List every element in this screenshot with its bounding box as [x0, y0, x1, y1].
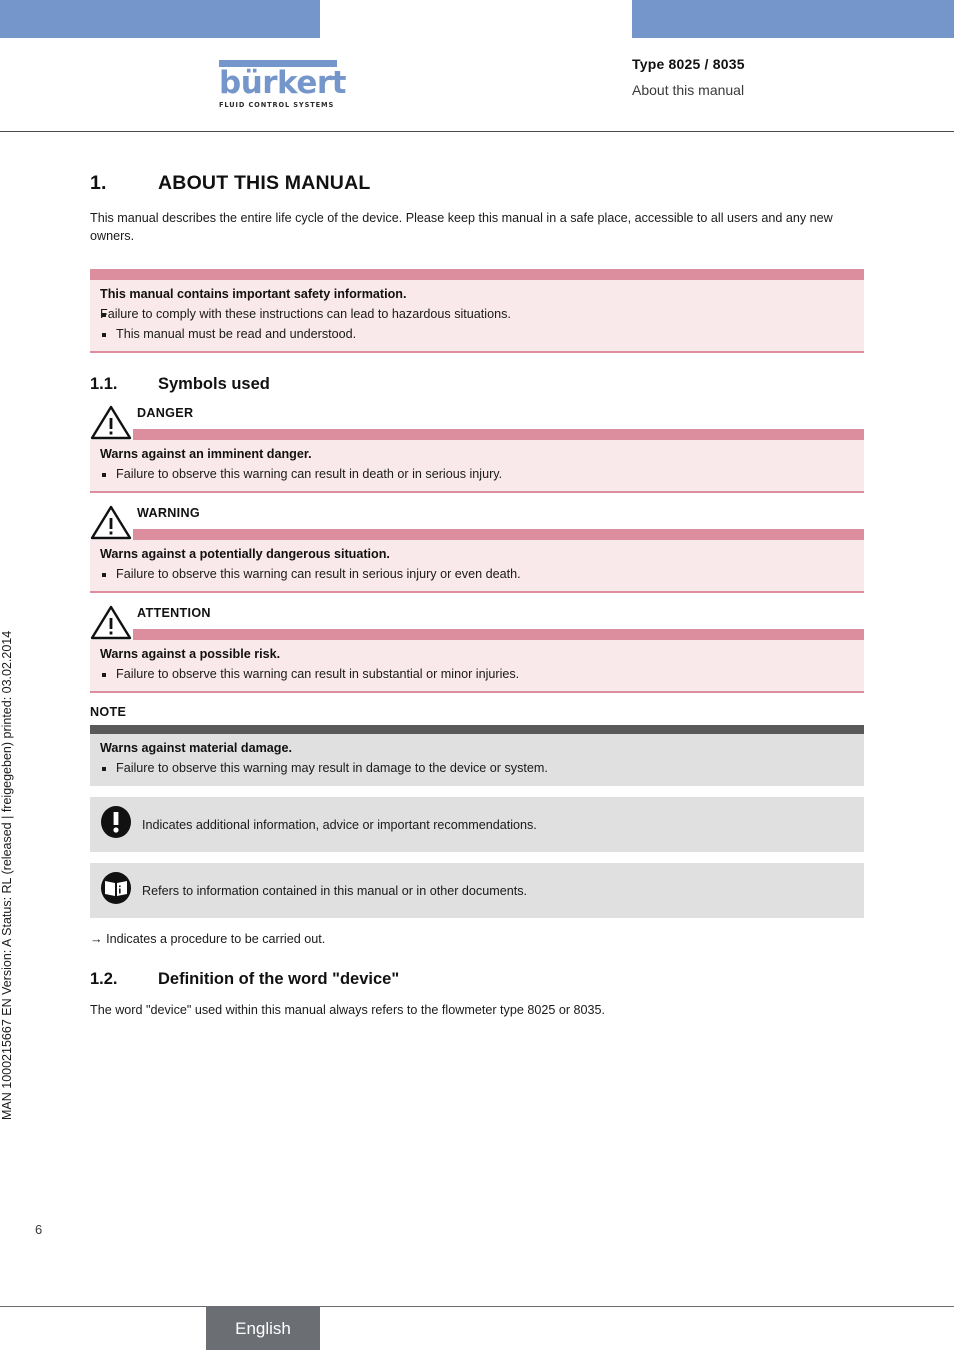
attention-box: Warns against a possible risk. Failure t…: [90, 629, 864, 693]
note-box-body: Warns against material damage. Failure t…: [90, 734, 864, 786]
attention-box-title: Warns against a possible risk.: [100, 647, 281, 661]
attention-caption: ATTENTION: [137, 606, 211, 620]
danger-caption: DANGER: [137, 406, 194, 420]
subsection-1-2-number: 1.2.: [90, 970, 118, 988]
arrow-right-icon: →: [90, 932, 103, 946]
note-box-top-bar: [90, 725, 864, 734]
safety-box-title: This manual contains important safety in…: [100, 287, 407, 301]
attention-box-top-bar: [133, 629, 864, 640]
attention-symbol-block: ATTENTION Warns against a possible risk.…: [90, 602, 864, 693]
subsection-1-2-title: Definition of the word "device": [158, 970, 400, 988]
attention-box-body: Warns against a possible risk. Failure t…: [90, 640, 864, 693]
page-content: 1. ABOUT THIS MANUAL This manual describe…: [90, 172, 864, 1019]
procedure-line: → Indicates a procedure to be carried ou…: [90, 932, 864, 946]
note-box-bullet: Failure to observe this warning may resu…: [100, 760, 854, 777]
danger-box-top-bar: [133, 429, 864, 440]
warning-box-top-bar: [133, 529, 864, 540]
safety-box-top-bar: [90, 269, 864, 280]
danger-box: Warns against an imminent danger. Failur…: [90, 429, 864, 493]
subsection-1-1-number: 1.1.: [90, 375, 118, 393]
additional-information-text: Indicates additional information, advice…: [142, 817, 537, 832]
note-box-title: Warns against material damage.: [100, 741, 293, 755]
subsection-1-1-heading: 1.1. Symbols used: [90, 375, 864, 394]
section-title: ABOUT THIS MANUAL: [158, 172, 371, 194]
safety-box-body: This manual contains important safety in…: [90, 280, 864, 353]
danger-box-title: Warns against an imminent danger.: [100, 447, 312, 461]
manual-page: bürkert FLUID CONTROL SYSTEMS Type 8025 …: [0, 0, 954, 1350]
danger-box-bullet: Failure to observe this warning can resu…: [100, 466, 854, 483]
safety-box-line: Failure to comply with these instruction…: [100, 306, 854, 323]
header-subtitle: About this manual: [632, 82, 745, 98]
header-type-line: Type 8025 / 8035: [632, 56, 745, 72]
page-number: 6: [35, 1222, 43, 1237]
document-metadata-sidetext: MAN 1000215667 EN Version: A Status: RL …: [0, 630, 14, 1120]
exclamation-oval-icon: [100, 805, 132, 844]
danger-symbol-block: DANGER Warns against an imminent danger.…: [90, 402, 864, 493]
subsection-1-2-heading: 1.2. Definition of the word "device": [90, 970, 864, 989]
warning-caption: WARNING: [137, 506, 200, 520]
safety-box-bullet: This manual must be read and understood.: [100, 326, 854, 343]
footer-divider: [0, 1306, 954, 1307]
subsection-1-2-body: The word "device" used within this manua…: [90, 1003, 606, 1017]
book-info-oval-icon: [100, 871, 132, 910]
note-caption: NOTE: [90, 705, 127, 719]
header-divider: [0, 131, 954, 132]
header-accent-bar-left: [0, 0, 320, 38]
warning-box: Warns against a potentially dangerous si…: [90, 529, 864, 593]
warning-box-body: Warns against a potentially dangerous si…: [90, 540, 864, 593]
warning-box-bullet: Failure to observe this warning can resu…: [100, 566, 854, 583]
warning-symbol-block: WARNING Warns against a potentially dang…: [90, 502, 864, 593]
subsection-1-1-title: Symbols used: [158, 375, 270, 393]
section-number: 1.: [90, 172, 107, 194]
warning-box-title: Warns against a potentially dangerous si…: [100, 547, 390, 561]
section-intro-text: This manual describes the entire life cy…: [90, 211, 833, 243]
logo-wordmark: bürkert: [219, 65, 346, 101]
reference-information-text: Refers to information contained in this …: [142, 883, 528, 898]
note-block: NOTE Warns against material damage. Fail…: [90, 705, 864, 786]
safety-information-box: This manual contains important safety in…: [90, 269, 864, 353]
attention-box-bullet: Failure to observe this warning can resu…: [100, 666, 854, 683]
note-box: Warns against material damage. Failure t…: [90, 725, 864, 786]
burkert-logo: bürkert FLUID CONTROL SYSTEMS: [219, 60, 346, 109]
procedure-line-text: Indicates a procedure to be carried out.: [106, 932, 326, 946]
additional-information-box: Indicates additional information, advice…: [90, 797, 864, 852]
page-title: 1. ABOUT THIS MANUAL: [90, 172, 864, 195]
header-accent-bar-right: [632, 0, 954, 38]
logo-tagline: FLUID CONTROL SYSTEMS: [219, 101, 335, 109]
reference-information-box: Refers to information contained in this …: [90, 863, 864, 918]
language-badge: English: [206, 1307, 320, 1350]
danger-box-body: Warns against an imminent danger. Failur…: [90, 440, 864, 493]
